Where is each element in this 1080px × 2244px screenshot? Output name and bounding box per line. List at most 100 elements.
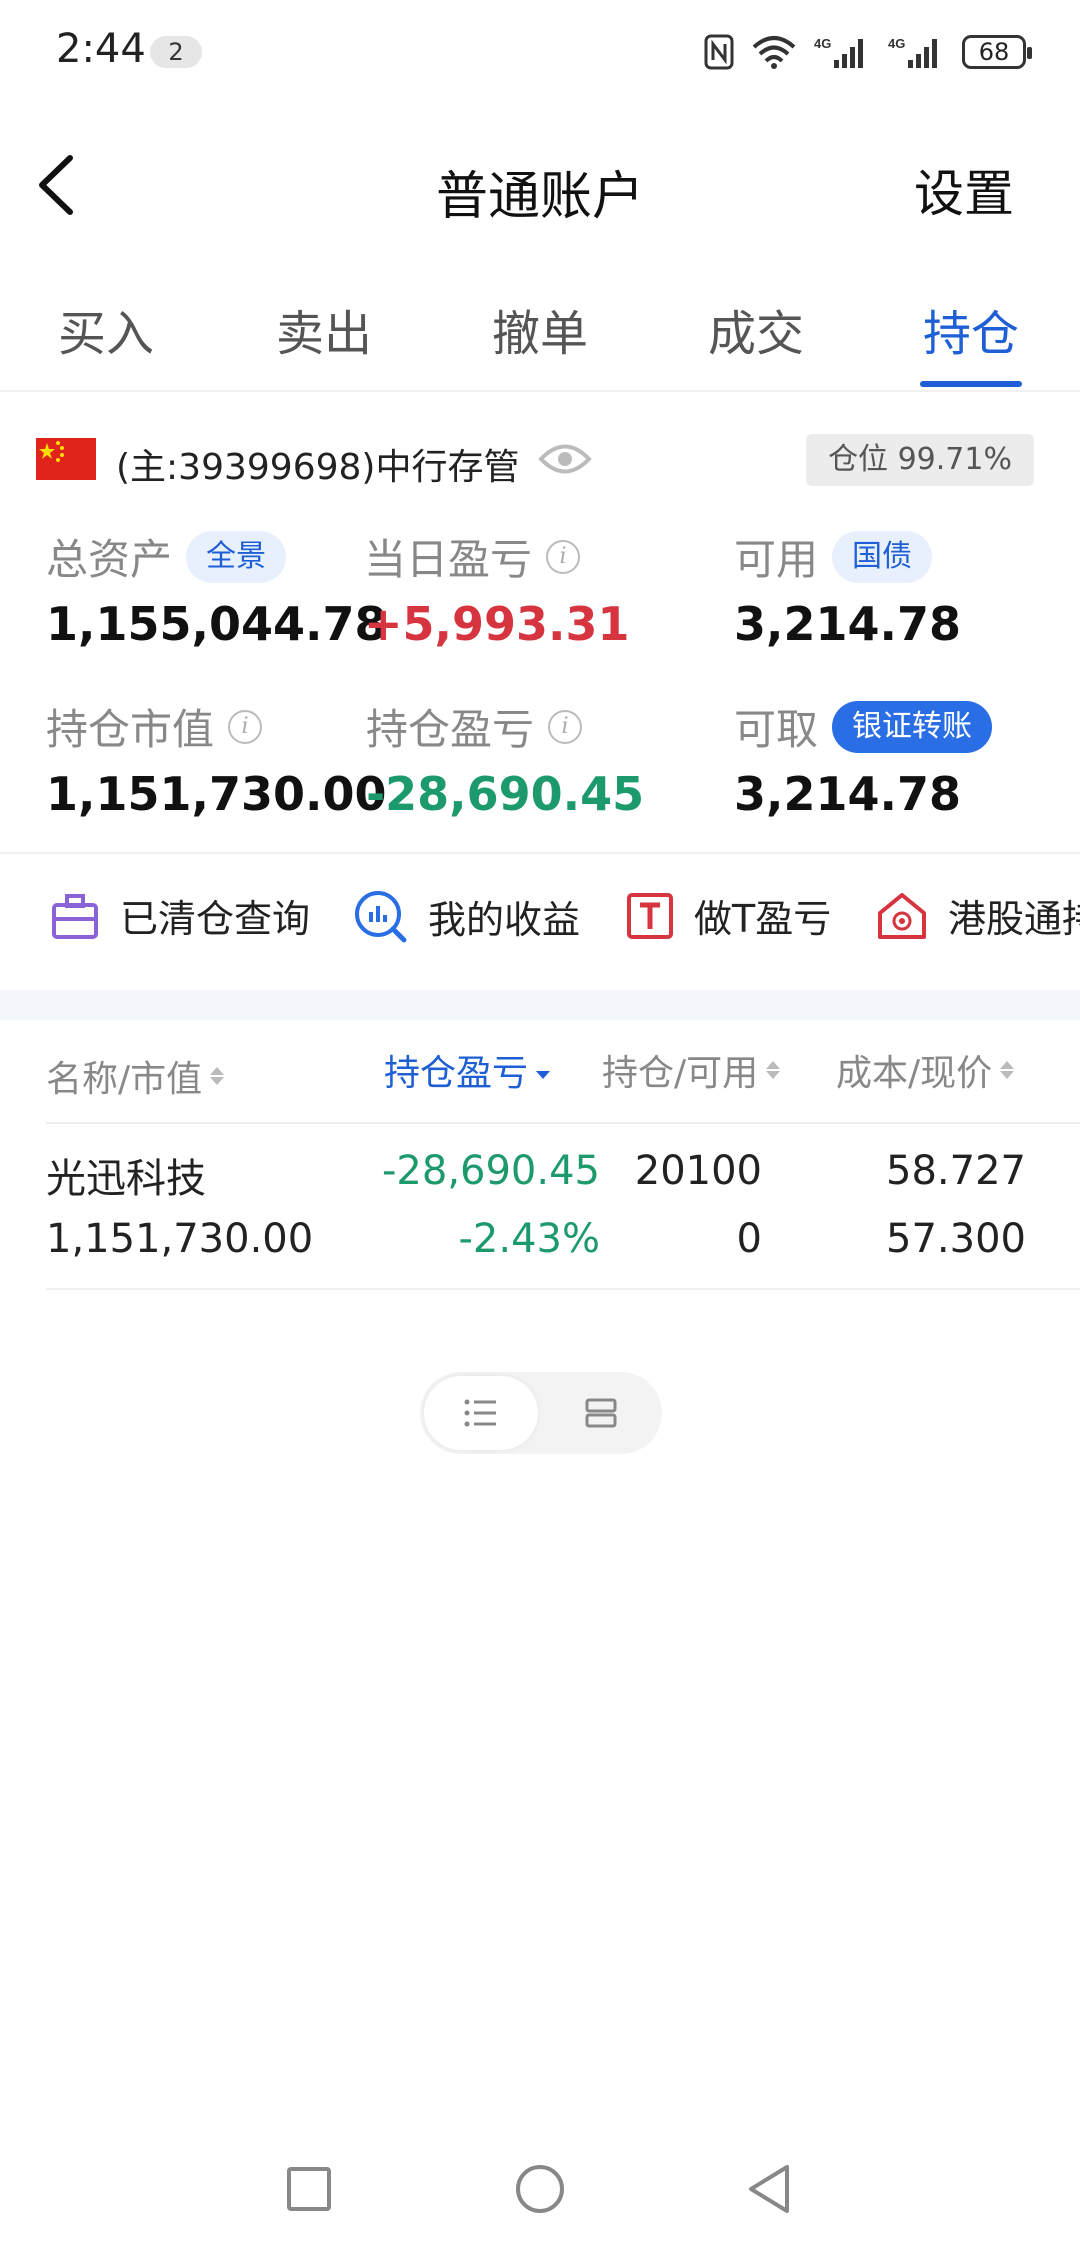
holding-pl: 持仓盈亏 i -28,690.45 — [366, 696, 644, 821]
shortcut-label: 已清仓查询 — [120, 897, 311, 941]
sort-cost-header[interactable]: 成本/现价 — [836, 1044, 1015, 1096]
chevron-left-icon — [39, 155, 73, 215]
header-label: 成本/现价 — [836, 1053, 993, 1094]
recents-button[interactable] — [274, 2154, 344, 2224]
info-icon[interactable]: i — [548, 709, 583, 744]
sort-pl-header[interactable]: 持仓盈亏 — [384, 1044, 551, 1096]
t-box-icon — [627, 892, 673, 939]
sort-icon — [766, 1061, 781, 1079]
card-view-button[interactable] — [544, 1376, 658, 1450]
status-icons: 4G 4G 68 — [704, 30, 1032, 74]
stock-market-value: 1,151,730.00 — [46, 1216, 314, 1262]
total-assets-label: 总资产 — [46, 535, 173, 584]
sort-icon — [1000, 1061, 1015, 1079]
shortcut-label: 港股通持 — [948, 897, 1080, 941]
sort-name-header[interactable]: 名称/市值 — [46, 1050, 225, 1102]
header-label: 持仓/可用 — [602, 1053, 759, 1094]
stock-position: 20100 — [634, 1148, 762, 1194]
total-assets: 总资产 全景 1,155,044.78 — [46, 526, 387, 651]
cleared-positions-shortcut[interactable]: 已清仓查询 — [50, 888, 310, 943]
withdrawable-label: 可取 — [734, 705, 819, 754]
battery-icon: 68 — [962, 35, 1032, 69]
svg-text:4G: 4G — [888, 36, 905, 51]
available-value: 3,214.78 — [734, 597, 961, 651]
circle-icon — [516, 2165, 564, 2213]
nfc-icon — [704, 34, 734, 70]
overview-pill-button[interactable]: 全景 — [186, 530, 287, 583]
tab-holdings[interactable]: 持仓 — [881, 294, 1061, 364]
triangle-back-icon — [749, 2165, 789, 2213]
table-row[interactable]: 光迅科技 1,151,730.00 -28,690.45 -2.43% 2010… — [46, 1124, 1080, 1290]
stock-cost: 58.727 — [886, 1148, 1026, 1194]
status-bar: 2:44 2 4G 4G 68 — [0, 0, 1080, 100]
holding-pl-label: 持仓盈亏 — [366, 705, 535, 754]
header: 普通账户 设置 — [0, 130, 1080, 240]
daily-pl-value: +5,993.31 — [364, 597, 630, 651]
square-icon — [287, 2167, 331, 2211]
settings-button[interactable]: 设置 — [914, 154, 1014, 226]
info-icon[interactable]: i — [228, 709, 263, 744]
withdrawable-value: 3,214.78 — [734, 767, 961, 821]
briefcase-icon — [52, 893, 98, 939]
market-value-amount: 1,151,730.00 — [46, 767, 387, 821]
stock-price: 57.300 — [886, 1216, 1026, 1262]
signal-4g-icon: 4G — [888, 36, 937, 68]
tab-sell[interactable]: 卖出 — [234, 294, 414, 364]
toggle-visibility-button[interactable] — [538, 440, 592, 478]
notification-count-badge: 2 — [150, 36, 202, 68]
svg-text:4G: 4G — [814, 36, 831, 51]
tab-deals[interactable]: 成交 — [666, 294, 846, 364]
trade-tabs: 买入 卖出 撤单 成交 持仓 — [0, 280, 1080, 392]
holding-pl-value: -28,690.45 — [366, 767, 645, 821]
eye-icon — [538, 444, 592, 474]
sort-icon — [210, 1067, 225, 1085]
shortcut-bar: 已清仓查询 我的收益 做T盈亏 港股通持 — [0, 880, 1080, 960]
status-time: 2:44 — [56, 26, 146, 72]
withdrawable-funds: 可取 银证转账 3,214.78 — [734, 696, 993, 821]
treasury-bond-pill-button[interactable]: 国债 — [832, 530, 933, 583]
divider — [0, 852, 1080, 854]
signal-4g-icon: 4G — [814, 36, 863, 68]
shortcut-label: 做T盈亏 — [694, 897, 832, 941]
t-trading-pl-shortcut[interactable]: 做T盈亏 — [626, 888, 831, 943]
stock-pl-percent: -2.43% — [458, 1216, 600, 1262]
holdings-table-header: 名称/市值 持仓盈亏 持仓/可用 成本/现价 — [0, 1044, 1080, 1124]
tab-buy[interactable]: 买入 — [16, 294, 196, 364]
sort-icon — [536, 1061, 551, 1079]
home-button[interactable] — [505, 2154, 575, 2224]
wifi-icon — [752, 36, 796, 69]
available-funds: 可用 国债 3,214.78 — [734, 526, 961, 651]
hk-house-icon — [878, 892, 926, 939]
header-label: 名称/市值 — [46, 1059, 203, 1100]
card-view-icon — [585, 1398, 617, 1428]
hk-connect-shortcut[interactable]: 港股通持 — [876, 888, 1080, 943]
header-label: 持仓盈亏 — [384, 1053, 529, 1094]
account-line: (主:39399698)中行存管 仓位 99.71% — [0, 430, 1080, 490]
stock-name: 光迅科技 — [46, 1156, 206, 1202]
view-toggle — [420, 1372, 662, 1454]
list-view-button[interactable] — [424, 1376, 538, 1450]
position-ratio-badge: 仓位 99.71% — [806, 434, 1034, 486]
daily-pl-label: 当日盈亏 — [364, 535, 533, 584]
info-icon[interactable]: i — [546, 539, 581, 574]
stock-available: 0 — [736, 1216, 762, 1262]
section-separator — [0, 990, 1080, 1020]
china-flag-icon — [36, 438, 96, 480]
system-navigation-bar — [0, 2150, 1080, 2230]
stock-pl: -28,690.45 — [381, 1148, 600, 1194]
account-number[interactable]: (主:39399698)中行存管 — [116, 438, 519, 490]
earnings-chart-icon — [355, 891, 407, 943]
available-label: 可用 — [734, 535, 819, 584]
bank-transfer-button[interactable]: 银证转账 — [832, 700, 993, 753]
active-tab-indicator — [920, 381, 1022, 387]
back-nav-button[interactable] — [734, 2154, 804, 2224]
my-earnings-shortcut[interactable]: 我的收益 — [352, 888, 580, 944]
total-assets-value: 1,155,044.78 — [46, 597, 387, 651]
tab-cancel[interactable]: 撤单 — [450, 294, 630, 364]
list-view-icon — [464, 1399, 496, 1427]
back-button[interactable] — [30, 150, 90, 220]
shortcut-label: 我的收益 — [428, 897, 581, 942]
daily-pl: 当日盈亏 i +5,993.31 — [364, 526, 630, 651]
sort-position-header[interactable]: 持仓/可用 — [602, 1044, 781, 1096]
market-value: 持仓市值 i 1,151,730.00 — [46, 696, 387, 821]
